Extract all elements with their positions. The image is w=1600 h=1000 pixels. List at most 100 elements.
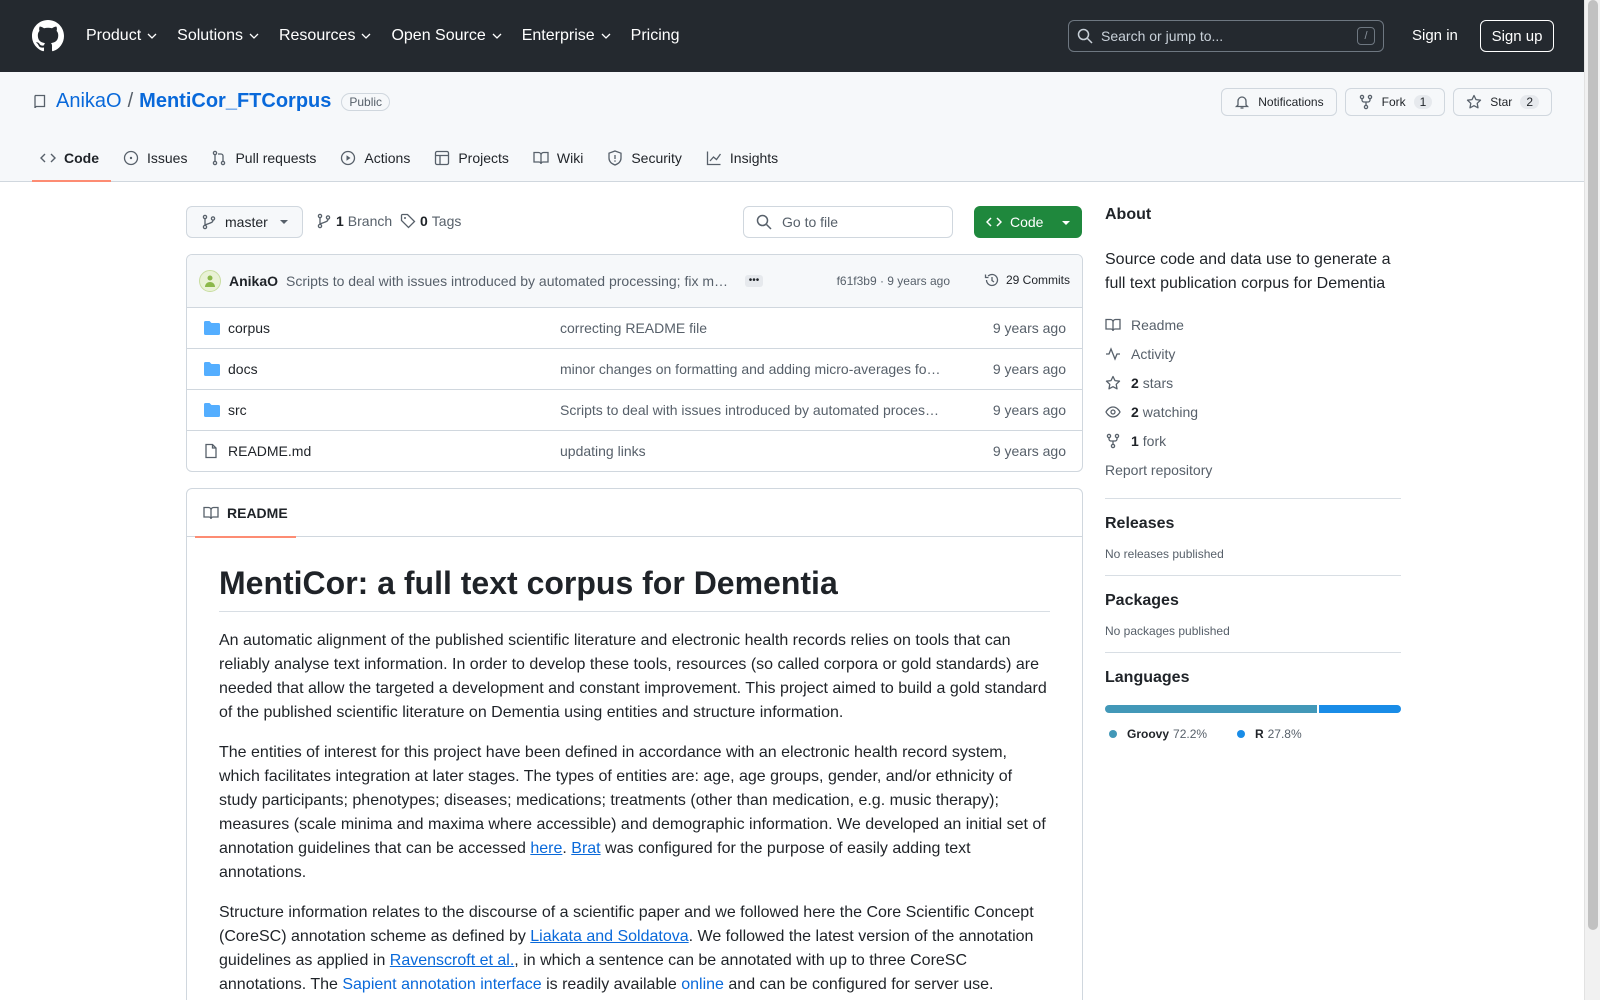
tag-icon: [400, 213, 416, 229]
packages-heading[interactable]: Packages: [1105, 592, 1401, 610]
readme-link[interactable]: Readme: [1105, 310, 1401, 339]
chevron-down-icon: [147, 33, 157, 39]
tab-wiki[interactable]: Wiki: [525, 134, 595, 182]
nav-resources[interactable]: Resources: [279, 27, 371, 45]
nav-open-source[interactable]: Open Source: [391, 27, 502, 45]
language-item-r[interactable]: R 27.8%: [1236, 727, 1302, 741]
book-icon: [1105, 318, 1121, 331]
sign-in-link[interactable]: Sign in: [1412, 27, 1458, 44]
report-repository-link[interactable]: Report repository: [1105, 455, 1401, 484]
language-dot: [1109, 730, 1117, 738]
readme-paragraph: The entities of interest for this projec…: [219, 744, 1046, 881]
file-date: 9 years ago: [992, 402, 1066, 418]
nav-enterprise[interactable]: Enterprise: [522, 27, 611, 45]
tab-insights[interactable]: Insights: [698, 134, 790, 182]
language-bar: [1105, 705, 1401, 713]
readme-body: MentiCor: a full text corpus for Dementi…: [187, 537, 1082, 1000]
tab-pull-requests[interactable]: Pull requests: [203, 134, 328, 182]
book-icon: [203, 506, 219, 520]
avatar[interactable]: [199, 270, 221, 292]
commit-hash[interactable]: f61f3b9 · 9 years ago: [837, 274, 950, 288]
table-row[interactable]: README.md updating links 9 years ago: [187, 431, 1082, 471]
search-input[interactable]: Search or jump to... /: [1068, 20, 1384, 52]
commit-author[interactable]: AnikaO: [229, 273, 278, 289]
language-bar-segment-r: [1319, 705, 1401, 713]
repo-actions: Notifications Fork 1 Star 2: [1221, 88, 1552, 116]
issue-icon: [123, 150, 139, 166]
file-name[interactable]: corpus: [228, 320, 270, 336]
liakata-soldatova-link[interactable]: Liakata and Soldatova: [530, 928, 688, 945]
file-commit-message[interactable]: Scripts to deal with issues introduced b…: [560, 402, 945, 418]
repo-owner-link[interactable]: AnikaO: [56, 90, 122, 113]
fork-icon: [1106, 433, 1120, 448]
branch-selector[interactable]: master: [186, 206, 303, 238]
tab-actions[interactable]: Actions: [332, 134, 422, 182]
search-placeholder: Search or jump to...: [1101, 28, 1224, 44]
fork-button[interactable]: Fork 1: [1344, 88, 1446, 116]
go-to-file-input[interactable]: Go to file: [743, 206, 953, 238]
tab-security[interactable]: Security: [599, 134, 694, 182]
file-name[interactable]: docs: [228, 361, 258, 377]
commit-message[interactable]: Scripts to deal with issues introduced b…: [286, 273, 731, 289]
online-link[interactable]: online: [681, 976, 724, 993]
star-count: 2: [1520, 95, 1539, 109]
nav-solutions[interactable]: Solutions: [177, 27, 259, 45]
ravenscroft-link[interactable]: Ravenscroft et al.: [390, 952, 515, 969]
divider: [1105, 498, 1401, 499]
table-row[interactable]: src Scripts to deal with issues introduc…: [187, 390, 1082, 431]
forks-link[interactable]: 1 fork: [1105, 426, 1401, 455]
graph-icon: [706, 151, 721, 166]
activity-link[interactable]: Activity: [1105, 339, 1401, 368]
branches-link[interactable]: 1 Branch: [316, 213, 392, 229]
chevron-down-icon: [361, 33, 371, 39]
guidelines-link[interactable]: here: [530, 840, 562, 857]
chevron-down-icon: [492, 33, 502, 39]
table-row[interactable]: corpus correcting README file 9 years ag…: [187, 308, 1082, 349]
expand-commit-button[interactable]: •••: [745, 275, 764, 287]
tab-code[interactable]: Code: [32, 134, 111, 182]
pulse-icon: [1106, 346, 1120, 361]
file-name[interactable]: src: [228, 402, 247, 418]
table-row[interactable]: docs minor changes on formatting and add…: [187, 349, 1082, 390]
about-heading: About: [1105, 206, 1152, 223]
language-list: Groovy 72.2% R 27.8%: [1105, 725, 1401, 741]
code-icon: [986, 217, 1002, 227]
commits-history-link[interactable]: 29 Commits: [984, 272, 1070, 288]
shield-icon: [608, 150, 622, 166]
stars-link[interactable]: 2 stars: [1105, 368, 1401, 397]
file-date: 9 years ago: [992, 361, 1066, 377]
branch-bar: master 1 Branch 0 Tags Go to file Code: [186, 206, 1083, 238]
branch-icon: [202, 214, 216, 230]
watchers-link[interactable]: 2 watching: [1105, 397, 1401, 426]
brat-link[interactable]: Brat: [571, 840, 600, 857]
file-commit-message[interactable]: minor changes on formatting and adding m…: [560, 361, 945, 377]
sapient-interface-link[interactable]: Sapient annotation interface: [342, 976, 541, 993]
nav-pricing[interactable]: Pricing: [631, 27, 680, 45]
file-commit-message[interactable]: correcting README file: [560, 320, 945, 336]
folder-icon: [204, 321, 220, 335]
releases-heading[interactable]: Releases: [1105, 515, 1401, 533]
language-item-groovy[interactable]: Groovy 72.2%: [1109, 727, 1207, 741]
code-dropdown-button[interactable]: Code: [974, 206, 1082, 238]
github-logo-icon[interactable]: [32, 20, 64, 52]
table-icon: [435, 150, 450, 166]
languages-heading: Languages: [1105, 669, 1190, 686]
tags-link[interactable]: 0 Tags: [400, 213, 461, 229]
notifications-button[interactable]: Notifications: [1221, 88, 1337, 116]
language-dot: [1236, 730, 1245, 738]
file-date: 9 years ago: [992, 443, 1066, 459]
repo-name-link[interactable]: MentiCor_FTCorpus: [139, 90, 331, 113]
nav-product[interactable]: Product: [86, 27, 157, 45]
sign-up-button[interactable]: Sign up: [1480, 20, 1554, 52]
readme-paragraph: Structure information relates to the dis…: [219, 904, 1034, 993]
tab-projects[interactable]: Projects: [426, 134, 521, 182]
tab-issues[interactable]: Issues: [115, 134, 199, 182]
repo-separator: /: [127, 90, 134, 112]
tab-readme[interactable]: README: [195, 489, 296, 538]
star-button[interactable]: Star 2: [1453, 88, 1552, 116]
scrollbar-thumb[interactable]: [1588, 0, 1598, 930]
file-commit-message[interactable]: updating links: [560, 443, 945, 459]
readme-panel: README MentiCor: a full text corpus for …: [186, 488, 1083, 1000]
page-scrollbar[interactable]: [1584, 0, 1600, 1000]
file-name[interactable]: README.md: [228, 443, 311, 459]
